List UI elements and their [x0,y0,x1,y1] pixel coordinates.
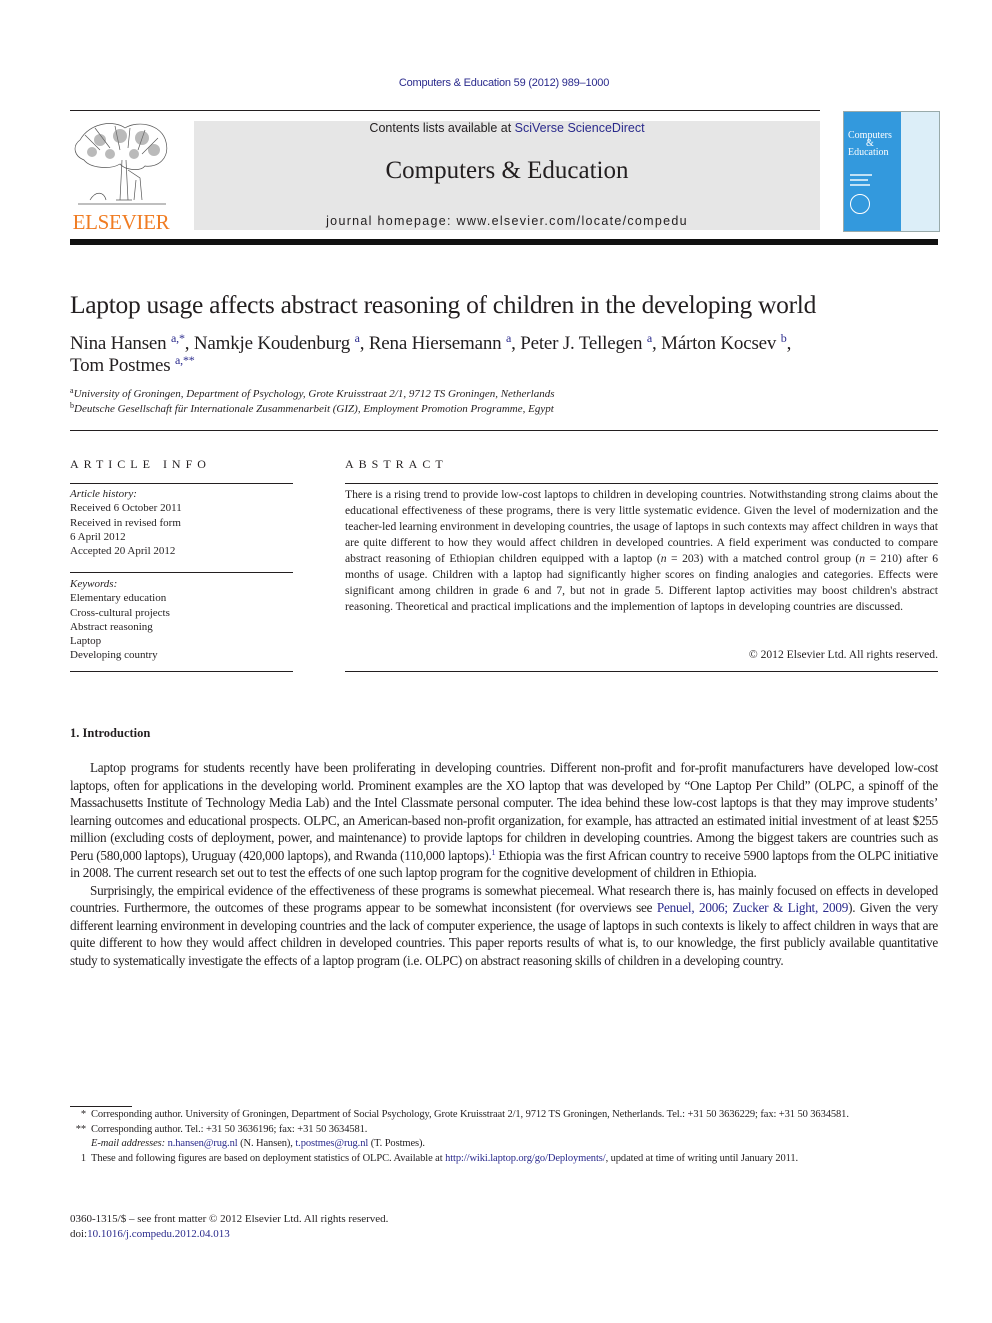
divider [70,483,293,484]
homepage-url-link[interactable]: www.elsevier.com/locate/compedu [457,214,688,228]
affiliation-divider [70,430,938,431]
history-item: 6 April 2012 [70,530,126,543]
abstract-heading: ABSTRACT [345,457,448,471]
cover-text-line [850,174,872,176]
cover-badge-icon [850,194,870,214]
footnote-rule [70,1106,132,1107]
affiliation: bDeutsche Gesellschaft für International… [70,401,554,416]
history-item: Received in revised form [70,516,181,529]
footnote: 1 These and following figures are based o… [80,1152,799,1164]
journal-masthead: Contents lists available at SciVerse Sci… [194,121,820,230]
journal-homepage-line: journal homepage: www.elsevier.com/locat… [194,214,820,228]
divider [345,483,938,484]
journal-reference-link[interactable]: Computers & Education 59 (2012) 989–1000 [0,77,992,89]
keywords-label: Keywords: [70,578,118,590]
abstract-text: There is a rising trend to provide low-c… [345,488,938,613]
keywords: Keywords: Elementary education Cross-cul… [70,577,293,663]
elsevier-logo[interactable]: ELSEVIER [70,120,172,234]
introduction-body: Laptop programs for students recently ha… [70,759,938,969]
divider [345,671,938,672]
elsevier-wordmark: ELSEVIER [72,210,170,234]
history-item: Accepted 20 April 2012 [70,545,176,558]
author[interactable]: Márton Kocsev b [661,332,787,354]
footnotes: * Corresponding author. University of Gro… [70,1108,938,1166]
cover-text-line [850,179,868,181]
history-item: Received 6 October 2011 [70,502,182,515]
journal-title: Computers & Education [385,157,629,184]
keyword: Laptop [70,635,102,648]
doi-line: doi:10.1016/j.compedu.2012.04.013 [70,1227,230,1240]
paragraph: Surprisingly, the empirical evidence of … [70,882,939,968]
keyword: Abstract reasoning [70,620,153,633]
author[interactable]: Tom Postmes a,** [70,353,195,376]
cover-title: Computers & Education [848,130,892,158]
elsevier-tree-icon [74,123,168,205]
section-heading-introduction: 1. Introduction [70,726,151,740]
contents-prefix: Contents lists available at [369,121,515,135]
homepage-prefix: journal homepage: [326,214,457,228]
contents-line: Contents lists available at SciVerse Sci… [194,121,820,135]
front-matter: 0360-1315/$ – see front matter © 2012 El… [70,1212,388,1241]
author-affiliation-mark[interactable]: a,** [175,353,195,367]
affiliations: aUniversity of Groningen, Department of … [70,387,554,417]
divider [70,671,293,672]
keyword: Cross-cultural projects [70,606,170,619]
abstract-copyright: © 2012 Elsevier Ltd. All rights reserved… [748,648,938,661]
journal-cover-image[interactable]: Computers & Education [843,111,940,232]
footnote: * Corresponding author. University of Gro… [80,1109,849,1120]
affiliation: aUniversity of Groningen, Department of … [70,386,555,401]
footnote: ** Corresponding author. Tel.: +31 50 363… [75,1123,368,1135]
cover-text-line [850,184,870,186]
author[interactable]: Peter J. Tellegen a [520,332,652,354]
keyword: Elementary education [70,592,167,605]
email-link[interactable]: n.hansen@rug.nl [168,1138,238,1149]
author-list: Nina Hansen a,*, Namkje Koudenburg a, Re… [70,331,792,376]
citation-link[interactable]: Zucker & Light, 2009 [732,900,848,915]
article-history-label: Article history: [70,488,137,500]
paragraph: Laptop programs for students recently ha… [70,760,939,880]
article-title: Laptop usage affects abstract reasoning … [70,290,817,319]
header-bottom-rule [70,239,938,245]
keyword: Developing country [70,649,158,662]
citation-link[interactable]: Penuel, 2006 [657,900,725,915]
author[interactable]: Rena Hiersemann a [369,332,512,354]
issn-line: 0360-1315/$ – see front matter © 2012 El… [70,1213,389,1225]
footnote-emails: E-mail addresses: n.hansen@rug.nl (N. Ha… [91,1138,425,1149]
email-link[interactable]: t.postmes@rug.nl [295,1138,368,1149]
author[interactable]: Nina Hansen a,* [70,331,185,354]
olpc-deployments-link[interactable]: http://wiki.laptop.org/go/Deployments/ [445,1153,606,1164]
article-info-heading: ARTICLE INFO [70,457,211,471]
sciverse-sciencedirect-link[interactable]: SciVerse ScienceDirect [515,121,645,135]
header-top-rule [70,110,820,111]
doi-link[interactable]: 10.1016/j.compedu.2012.04.013 [87,1228,230,1240]
divider [70,572,293,573]
article-history: Article history: Received 6 October 2011… [70,487,293,558]
author[interactable]: Namkje Koudenburg a [194,332,360,354]
author-affiliation-mark[interactable]: a,* [171,331,185,345]
